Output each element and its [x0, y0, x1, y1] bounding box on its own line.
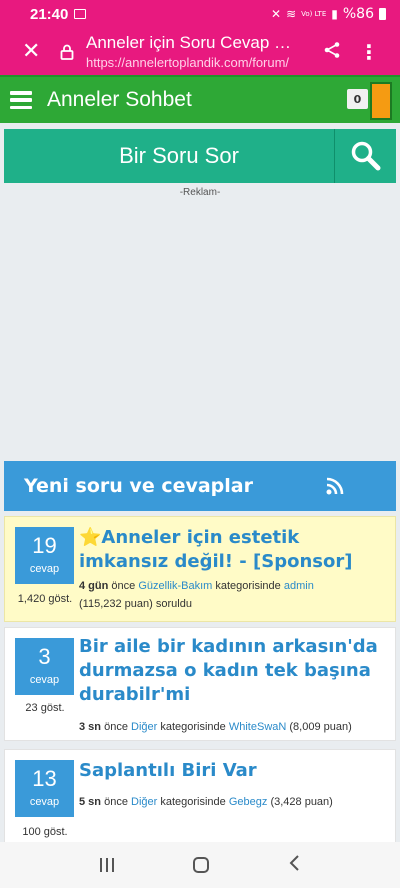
answer-count: 19 — [32, 533, 57, 558]
section-title: Yeni soru ve cevaplar — [24, 475, 253, 497]
question-meta: 4 gün önce Güzellik-Bakım kategorisinde … — [79, 580, 314, 610]
menu-icon[interactable] — [10, 91, 32, 109]
site-header: Anneler Sohbet 0 — [0, 75, 400, 123]
wifi-icon: ≋ — [286, 7, 297, 21]
answer-count-box: 13 cevap — [15, 760, 74, 817]
status-time: 21:40 — [30, 5, 69, 23]
category-link[interactable]: Güzellik-Bakım — [138, 580, 212, 592]
network-label: Vo) LTE — [301, 10, 327, 18]
user-link[interactable]: WhiteSwaN — [229, 721, 286, 733]
back-icon[interactable] — [288, 854, 300, 876]
question-item[interactable]: 3 cevap 23 göst. Bir aile bir kadının ar… — [4, 627, 396, 741]
category-link[interactable]: Diğer — [131, 796, 157, 808]
page-url: https://annelertoplandik.com/forum/ — [86, 55, 290, 70]
category-link[interactable]: Diğer — [131, 721, 157, 733]
answer-count-box: 19 cevap — [15, 527, 74, 584]
answer-count-box: 3 cevap — [15, 638, 74, 695]
android-nav-bar — [0, 842, 400, 888]
recent-apps-icon[interactable] — [99, 858, 114, 872]
lock-icon[interactable] — [60, 44, 74, 60]
section-header: Yeni soru ve cevaplar — [4, 461, 396, 511]
answer-count: 3 — [38, 644, 51, 669]
question-title[interactable]: Saplantılı Biri Var — [79, 759, 387, 783]
mute-icon: ✕ — [271, 7, 282, 21]
view-count: 23 göst. — [25, 702, 65, 714]
page-title: Anneler için Soru Cevap Platformu — [86, 33, 301, 52]
question-meta: 5 sn önce Diğer kategorisinde Gebegz (3,… — [79, 796, 333, 808]
signal-icon: ▮ — [331, 7, 338, 21]
user-link[interactable]: Gebegz — [229, 796, 268, 808]
battery-icon — [379, 8, 386, 20]
answer-count: 13 — [32, 766, 57, 791]
status-bar: 21:40 ✕ ≋ Vo) LTE ▮ %86 — [0, 0, 400, 28]
browser-toolbar: ✕ Anneler için Soru Cevap Platformu http… — [0, 28, 400, 75]
notification-badge[interactable]: 0 — [347, 89, 368, 109]
answer-label: cevap — [29, 674, 60, 686]
question-title[interactable]: Bir aile bir kadının arkasın'da durmazsa… — [79, 635, 387, 707]
question-meta: 3 sn önce Diğer kategorisinde WhiteSwaN … — [79, 721, 352, 733]
search-icon — [351, 141, 380, 171]
share-icon[interactable] — [323, 41, 343, 63]
ask-bar: Bir Soru Sor — [4, 129, 396, 183]
home-icon[interactable] — [192, 857, 209, 873]
user-avatar[interactable] — [370, 82, 392, 120]
image-notification-icon — [74, 9, 87, 19]
question-title[interactable]: ⭐Anneler için estetik imkansız değil! - … — [79, 526, 387, 574]
question-item[interactable]: 13 cevap 100 göst. Saplantılı Biri Var 5… — [4, 749, 396, 842]
view-count: 1,420 göst. — [17, 593, 73, 605]
site-title[interactable]: Anneler Sohbet — [47, 88, 192, 112]
view-count: 100 göst. — [22, 826, 68, 838]
user-link[interactable]: admin — [284, 580, 314, 592]
battery-percent: %86 — [342, 6, 374, 22]
close-icon[interactable]: ✕ — [22, 40, 42, 63]
more-options-icon[interactable]: ⋮ — [359, 40, 379, 64]
answer-label: cevap — [29, 563, 60, 575]
search-button[interactable] — [334, 129, 396, 183]
ask-question-button[interactable]: Bir Soru Sor — [4, 129, 334, 183]
status-icons: ✕ ≋ Vo) LTE ▮ %86 — [271, 6, 386, 22]
ad-label: -Reklam- — [179, 187, 221, 198]
answer-label: cevap — [29, 796, 60, 808]
url-block[interactable]: Anneler için Soru Cevap Platformu https:… — [86, 33, 301, 70]
rss-icon[interactable] — [326, 477, 344, 495]
question-item[interactable]: 19 cevap 1,420 göst. ⭐Anneler için estet… — [4, 516, 396, 622]
